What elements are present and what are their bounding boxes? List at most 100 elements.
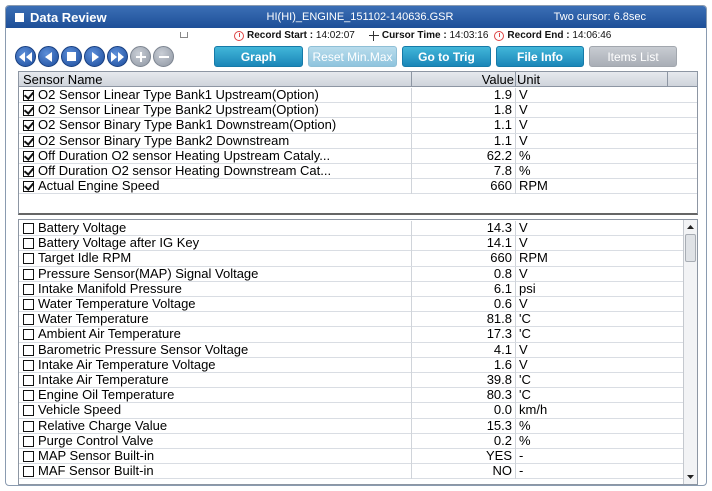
sensor-unit: 'C	[519, 311, 531, 327]
row-checkbox[interactable]	[23, 435, 34, 447]
sensor-name: Intake Air Temperature Voltage	[38, 356, 216, 372]
step-back-button[interactable]	[38, 46, 59, 67]
table-row[interactable]: Relative Charge Value 15.3%	[19, 417, 683, 434]
cursor-time-label: Cursor Time :	[381, 30, 447, 41]
minimize-icon[interactable]	[180, 32, 188, 38]
sensor-name: Battery Voltage after IG Key	[38, 235, 200, 251]
row-checkbox[interactable]	[23, 135, 34, 147]
table-row[interactable]: Water Temperature Voltage 0.6 V	[19, 296, 683, 313]
row-checkbox[interactable]	[23, 105, 34, 117]
sensor-value: 660	[490, 178, 512, 194]
sensor-value: 0.6	[493, 296, 512, 311]
table-row[interactable]: O2 Sensor Binary Type Bank1 Downstream(O…	[19, 118, 697, 134]
vertical-scrollbar[interactable]	[683, 220, 697, 484]
row-checkbox[interactable]	[23, 359, 34, 371]
column-header-name[interactable]: Sensor Name	[23, 72, 102, 87]
row-checkbox[interactable]	[23, 314, 34, 326]
stop-icon	[67, 52, 76, 61]
table-row[interactable]: Intake Air Temperature 39.8 'C	[19, 373, 683, 389]
row-checkbox[interactable]	[23, 466, 34, 478]
row-checkbox[interactable]	[23, 451, 34, 462]
table-row[interactable]: Off Duration O2 sensor Heating Downstrea…	[19, 164, 697, 180]
sensor-name: Vehicle Speed	[38, 402, 122, 418]
row-checkbox[interactable]	[23, 375, 34, 386]
table-row[interactable]: Battery Voltage after IG Key 14.1 V	[19, 235, 683, 252]
row-checkbox[interactable]	[23, 420, 34, 432]
table-row[interactable]: Target Idle RPM 660 RPM	[19, 250, 683, 267]
skip-to-end-button[interactable]	[107, 46, 128, 67]
reset-min-max-button[interactable]: Reset Min.Max	[308, 46, 397, 67]
table-row[interactable]: Intake Air Temperature Voltage 1.6 V	[19, 356, 683, 373]
go-to-trig-button[interactable]: Go to Trig	[402, 46, 491, 67]
sensor-name: Barometric Pressure Sensor Voltage	[38, 341, 249, 357]
skip-to-end-icon	[111, 51, 124, 62]
cursor-time-value: 14:03:16	[449, 30, 489, 41]
sensor-unit: V	[519, 235, 528, 251]
step-forward-button[interactable]	[84, 46, 105, 67]
row-checkbox[interactable]	[23, 166, 34, 177]
table-row[interactable]: Off Duration O2 sensor Heating Upstream …	[19, 147, 697, 164]
graph-button[interactable]: Graph	[214, 46, 303, 67]
table-row[interactable]: Ambient Air Temperature 17.3 'C	[19, 327, 683, 343]
table-row[interactable]: Intake Manifold Pressure 6.1 psi	[19, 280, 683, 297]
sensor-unit: V	[519, 102, 528, 118]
toolbar: Record Start : 14:02:07 Cursor Time : 14…	[6, 28, 706, 71]
table-row[interactable]: Actual Engine Speed 660 RPM	[19, 178, 697, 195]
row-checkbox[interactable]	[23, 238, 34, 250]
table-row[interactable]: Battery Voltage 14.3 V	[19, 221, 683, 237]
table-row[interactable]: MAP Sensor Built-in YES -	[19, 448, 683, 465]
scrollbar-thumb[interactable]	[685, 234, 696, 262]
table-row[interactable]: Engine Oil Temperature 80.3 'C	[19, 388, 683, 404]
table-header: Sensor Name Value Unit	[18, 71, 698, 87]
sensor-value: YES	[485, 448, 512, 463]
row-checkbox[interactable]	[23, 181, 34, 193]
row-checkbox[interactable]	[23, 120, 34, 132]
scroll-up-arrow[interactable]	[685, 221, 696, 233]
sensor-value: 1.9	[493, 87, 512, 102]
skip-to-start-button[interactable]	[15, 46, 36, 67]
sensor-unit: -	[519, 463, 524, 479]
column-header-unit[interactable]: Unit	[517, 72, 540, 87]
row-checkbox[interactable]	[23, 390, 34, 402]
row-checkbox[interactable]	[23, 223, 34, 234]
sensor-value: 15.3	[486, 417, 512, 433]
row-checkbox[interactable]	[23, 405, 34, 417]
table-row[interactable]: Pressure Sensor(MAP) Signal Voltage 0.8 V	[19, 266, 683, 282]
record-end-clock-icon	[494, 30, 505, 41]
sensor-value: 660	[490, 250, 512, 266]
column-header-value[interactable]: Value	[464, 72, 514, 87]
row-checkbox[interactable]	[23, 344, 34, 356]
row-checkbox[interactable]	[23, 268, 34, 280]
table-row[interactable]: Water Temperature 81.8 'C	[19, 311, 683, 328]
row-checkbox[interactable]	[23, 150, 34, 162]
row-checkbox[interactable]	[23, 329, 34, 341]
sensor-value: 6.1	[493, 280, 512, 296]
items-list-button[interactable]: Items List	[589, 46, 677, 67]
remove-button[interactable]	[153, 46, 174, 67]
step-back-icon	[44, 51, 52, 62]
row-checkbox[interactable]	[23, 283, 34, 295]
sensor-name: O2 Sensor Linear Type Bank2 Upstream(Opt…	[38, 102, 319, 118]
table-row[interactable]: O2 Sensor Linear Type Bank2 Upstream(Opt…	[19, 102, 697, 119]
sensor-unit: V	[519, 296, 528, 311]
row-checkbox[interactable]	[23, 90, 34, 101]
sensor-name: MAF Sensor Built-in	[38, 463, 154, 479]
row-checkbox[interactable]	[23, 253, 34, 265]
table-row[interactable]: O2 Sensor Binary Type Bank2 Downstream 1.…	[19, 133, 697, 149]
file-info-button[interactable]: File Info	[496, 46, 584, 67]
table-row[interactable]: MAF Sensor Built-in NO -	[19, 463, 683, 480]
sensor-value: 4.1	[493, 341, 512, 357]
table-row[interactable]: Purge Control Valve 0.2%	[19, 433, 683, 449]
table-row[interactable]: Vehicle Speed 0.0 km/h	[19, 402, 683, 419]
sensor-name: MAP Sensor Built-in	[38, 448, 155, 463]
row-checkbox[interactable]	[23, 299, 34, 310]
stop-button[interactable]	[61, 46, 82, 67]
sensor-name: Off Duration O2 sensor Heating Upstream …	[38, 147, 331, 163]
sensor-unit: V	[519, 356, 528, 372]
table-row[interactable]: Barometric Pressure Sensor Voltage 4.1 V	[19, 341, 683, 358]
triangle-up-icon	[687, 225, 694, 229]
scroll-down-arrow[interactable]	[685, 471, 696, 483]
table-row[interactable]: O2 Sensor Linear Type Bank1 Upstream(Opt…	[19, 87, 697, 104]
record-start-label: Record Start :	[247, 30, 314, 41]
add-button[interactable]	[130, 46, 151, 67]
